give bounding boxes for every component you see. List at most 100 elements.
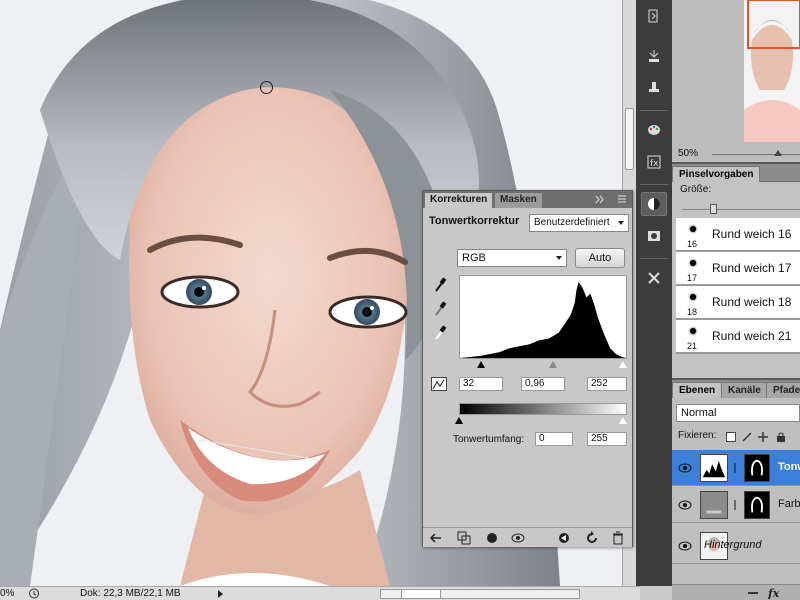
channel-select-value: RGB [462, 252, 486, 264]
channel-select[interactable]: RGB [457, 249, 567, 267]
fx-icon[interactable]: fx [768, 586, 784, 599]
tab-masks[interactable]: Masken [495, 193, 542, 208]
svg-text:fx: fx [650, 159, 659, 169]
status-bar: 0% Dok: 22,3 MB/22,1 MB [0, 586, 640, 600]
link-icon[interactable] [732, 463, 738, 473]
lock-position-icon[interactable] [758, 432, 768, 442]
masks-panel-button[interactable] [641, 224, 667, 248]
layer-name[interactable]: Farb [778, 498, 800, 510]
adjustments-panel: Korrekturen Masken Tonwertkorrektur Benu… [422, 190, 633, 547]
list-item[interactable]: 17 Rund weich 17 [676, 252, 800, 286]
clipping-display-icon[interactable] [431, 377, 447, 391]
brush-size-slider[interactable] [682, 204, 800, 214]
gamma-handle[interactable] [549, 361, 557, 368]
horizontal-scrollbar-thumb[interactable] [401, 590, 441, 598]
tab-layers[interactable]: Ebenen [672, 382, 723, 398]
canvas-horizontal-scrollbar[interactable] [380, 589, 580, 599]
chevron-down-icon [618, 221, 624, 225]
eye-icon[interactable] [678, 500, 692, 510]
reset-icon[interactable] [585, 531, 599, 545]
output-white-field[interactable]: 255 [587, 432, 627, 446]
brush-tip-icon [690, 328, 696, 334]
input-white-field[interactable]: 252 [587, 377, 627, 391]
color-fill-thumbnail-icon [700, 491, 728, 519]
trash-icon[interactable] [611, 531, 625, 545]
layer-mask-thumbnail[interactable] [744, 454, 770, 482]
visibility-eye-icon[interactable] [511, 531, 525, 545]
eye-icon[interactable] [678, 541, 692, 551]
previous-state-icon[interactable] [557, 531, 571, 545]
white-point-handle[interactable] [619, 361, 627, 368]
stamp-icon [649, 82, 659, 92]
output-levels-label: Tonwertumfang: [453, 434, 525, 445]
brush-size-label: Größe: [680, 184, 712, 195]
document-info-icon[interactable] [28, 588, 40, 599]
output-black-handle[interactable] [455, 417, 463, 424]
brush-preset-list: 16 Rund weich 16 17 Rund weich 17 18 Run… [676, 218, 800, 354]
list-item[interactable]: 18 Rund weich 18 [676, 286, 800, 320]
panel-icon-strip: fx [636, 0, 672, 586]
link-icon[interactable] [732, 500, 738, 510]
layer-row-levels[interactable]: Tonw [672, 450, 800, 486]
tab-paths[interactable]: Pfade [766, 382, 800, 398]
panel-menu-icon[interactable] [617, 195, 627, 204]
scrollbar-thumb[interactable] [625, 108, 634, 170]
link-layers-icon[interactable] [746, 587, 760, 599]
collapse-icon[interactable] [595, 195, 605, 204]
layer-row-background[interactable]: Hintergrund [672, 528, 800, 564]
styles-panel-button[interactable] [641, 118, 667, 142]
tab-channels[interactable]: Kanäle [721, 382, 768, 398]
lock-pixels-icon[interactable] [742, 432, 752, 442]
adjustments-icon [648, 198, 660, 210]
brush-tip-icon [690, 294, 696, 300]
auto-button[interactable]: Auto [575, 248, 625, 268]
status-menu-arrow-icon[interactable] [218, 590, 223, 598]
tab-brush-presets[interactable]: Pinselvorgaben [672, 166, 761, 182]
layer-name[interactable]: Tonw [778, 461, 800, 473]
lock-transparency-icon[interactable] [726, 432, 736, 442]
input-levels-slider[interactable] [459, 359, 627, 369]
blend-mode-select[interactable]: Normal [676, 404, 800, 422]
eyedropper-black-icon[interactable] [433, 277, 447, 293]
fx-icon: fx [647, 155, 661, 169]
output-white-handle[interactable] [619, 417, 627, 424]
preset-select-value: Benutzerdefiniert [534, 217, 610, 228]
black-point-handle[interactable] [477, 361, 485, 368]
tools-icon [648, 272, 660, 284]
navigator-zoom[interactable]: 50% [678, 148, 698, 159]
layer-row-fill[interactable]: Farb [672, 487, 800, 523]
svg-text:fx: fx [768, 587, 780, 599]
brush-tip-icon [690, 260, 696, 266]
input-gamma-field[interactable]: 0,96 [521, 377, 565, 391]
output-levels-slider[interactable] [455, 415, 627, 424]
histogram [459, 275, 627, 359]
layer-mask-thumbnail[interactable] [744, 491, 770, 519]
preset-select[interactable]: Benutzerdefiniert [529, 214, 629, 232]
palette-icon [648, 125, 660, 135]
layer-name[interactable]: Hintergrund [704, 539, 761, 551]
navigator-panel: 50% [672, 0, 800, 162]
return-arrow-icon[interactable] [429, 531, 443, 545]
history-panel-button[interactable] [641, 4, 667, 28]
lock-all-icon[interactable] [776, 432, 786, 442]
tab-adjustments[interactable]: Korrekturen [425, 193, 493, 208]
list-item[interactable]: 21 Rund weich 21 [676, 320, 800, 354]
expand-view-icon[interactable] [457, 531, 471, 545]
actions-panel-button[interactable] [641, 44, 667, 68]
eye-icon[interactable] [678, 463, 692, 473]
output-black-field[interactable]: 0 [535, 432, 573, 446]
clip-to-layer-icon[interactable] [485, 531, 499, 545]
eyedropper-gray-icon[interactable] [433, 301, 447, 317]
navigator-zoom-slider[interactable] [712, 150, 800, 156]
eyedropper-white-icon[interactable] [433, 325, 447, 341]
fx-panel-button[interactable]: fx [641, 150, 667, 174]
stamp-panel-button[interactable] [641, 76, 667, 100]
chevron-down-icon [556, 256, 562, 260]
navigator-preview[interactable] [744, 0, 800, 142]
status-zoom[interactable]: 0% [0, 587, 22, 600]
tools-panel-button[interactable] [641, 266, 667, 290]
brush-presets-panel: Pinselvorgaben Größe: 16 Rund weich 16 1… [672, 164, 800, 378]
input-black-field[interactable]: 32 [459, 377, 503, 391]
list-item[interactable]: 16 Rund weich 16 [676, 218, 800, 252]
adjustments-panel-button[interactable] [641, 192, 667, 216]
